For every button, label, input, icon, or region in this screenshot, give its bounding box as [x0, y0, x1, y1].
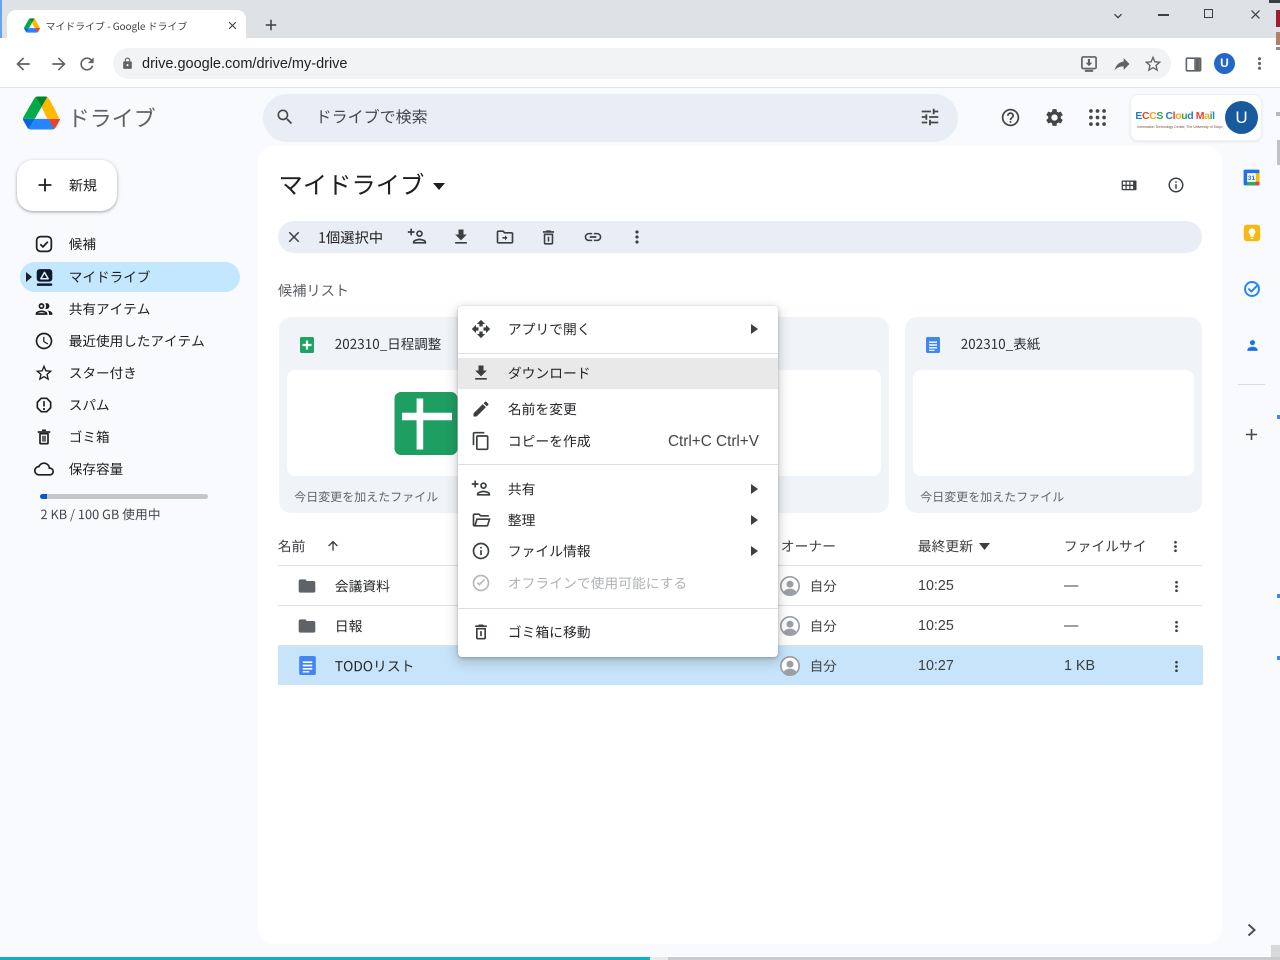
svg-text:31: 31	[1248, 175, 1256, 182]
